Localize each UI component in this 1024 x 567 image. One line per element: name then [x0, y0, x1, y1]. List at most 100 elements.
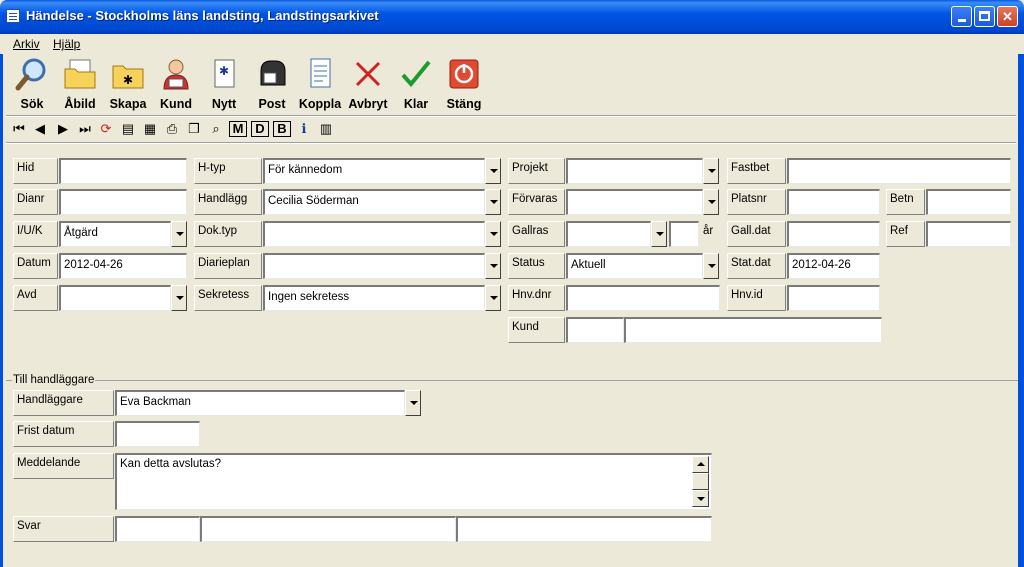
handlagg-dropdown-button[interactable]	[485, 189, 501, 215]
search-button[interactable]: Sök	[5, 57, 59, 113]
status-select[interactable]: Aktuell	[566, 253, 703, 279]
kund-id-field[interactable]	[566, 317, 624, 343]
window-right-border	[1018, 34, 1024, 567]
new-button[interactable]: ✱ Nytt	[197, 57, 251, 113]
menu-arkiv[interactable]: Arkiv	[13, 37, 40, 51]
app-icon	[6, 9, 20, 23]
fastbet-field[interactable]	[787, 158, 1011, 184]
doktyp-dropdown-button[interactable]	[485, 221, 501, 247]
galldat-field[interactable]	[787, 221, 880, 247]
meddelande-scrollbar[interactable]	[692, 456, 709, 507]
notebook-icon[interactable]: ▥	[317, 120, 335, 138]
kund-name-field[interactable]	[624, 317, 882, 343]
new-folder-icon: ✱	[112, 65, 144, 89]
avd-select[interactable]	[59, 285, 171, 311]
m-icon[interactable]: M	[229, 121, 247, 137]
iuk-select[interactable]: Åtgärd	[59, 221, 171, 247]
maximize-button[interactable]	[974, 6, 995, 27]
form-separator	[6, 142, 1016, 144]
svar-field-1[interactable]	[115, 516, 200, 542]
handlagg-select[interactable]: Cecilia Söderman	[263, 189, 485, 215]
abort-button[interactable]: Avbryt	[341, 57, 395, 113]
title-bar[interactable]: Händelse - Stockholms läns landsting, La…	[0, 0, 1024, 34]
forvaras-dropdown-button[interactable]	[703, 189, 719, 215]
status-dropdown-button[interactable]	[703, 253, 719, 279]
post-button[interactable]: Post	[245, 57, 299, 113]
scroll-up-button[interactable]	[692, 456, 709, 473]
avd-dropdown-button[interactable]	[171, 285, 187, 311]
statdat-field[interactable]: 2012-04-26	[787, 253, 880, 279]
handler-group-title: Till handläggare	[12, 374, 96, 386]
hnvdnr-field[interactable]	[566, 285, 720, 311]
svar-field-3[interactable]	[456, 516, 712, 542]
platsnr-field[interactable]	[787, 189, 880, 215]
d-icon[interactable]: D	[251, 121, 269, 137]
svar-label: Svar	[13, 516, 114, 542]
first-record-icon[interactable]: ⏮	[10, 120, 28, 138]
fastbet-label: Fastbet	[727, 158, 786, 184]
gallras-dropdown-button[interactable]	[651, 221, 667, 247]
doktyp-select[interactable]	[263, 221, 485, 247]
scroll-down-button[interactable]	[692, 490, 709, 507]
done-button[interactable]: Klar	[389, 57, 443, 113]
handlagg-label: Handlägg	[194, 189, 262, 215]
close-window-button[interactable]: ✕	[997, 6, 1018, 27]
handlaggare-select[interactable]: Eva Backman	[115, 390, 405, 416]
handlaggare-dropdown-button[interactable]	[405, 390, 421, 416]
hid-label: Hid	[13, 158, 58, 184]
betn-label: Betn	[886, 189, 925, 215]
table-icon[interactable]: ▦	[141, 120, 159, 138]
refresh-icon[interactable]: ⟳	[97, 120, 115, 138]
find-icon[interactable]: ⌕	[207, 120, 225, 138]
window-title: Händelse - Stockholms läns landsting, La…	[26, 8, 379, 23]
link-button[interactable]: Koppla	[293, 57, 347, 113]
scroll-thumb[interactable]	[692, 473, 709, 490]
minimize-button[interactable]	[951, 6, 972, 27]
copy-icon[interactable]: ❐	[185, 120, 203, 138]
diarieplan-dropdown-button[interactable]	[485, 253, 501, 279]
svg-text:✱: ✱	[123, 73, 133, 87]
info-icon[interactable]: ℹ	[295, 120, 313, 138]
sekretess-dropdown-button[interactable]	[485, 285, 501, 311]
htyp-dropdown-button[interactable]	[485, 158, 501, 184]
previous-record-icon[interactable]: ◀	[31, 120, 49, 138]
customer-button[interactable]: Kund	[149, 57, 203, 113]
projekt-select[interactable]	[566, 158, 703, 184]
frist-field[interactable]	[115, 421, 200, 447]
sekretess-select[interactable]: Ingen sekretess	[263, 285, 485, 311]
image-button[interactable]: Åbild	[53, 57, 107, 113]
maximize-icon	[979, 11, 990, 21]
next-record-icon[interactable]: ▶	[54, 120, 72, 138]
b-icon[interactable]: B	[273, 121, 291, 137]
projekt-dropdown-button[interactable]	[703, 158, 719, 184]
diarieplan-select[interactable]	[263, 253, 485, 279]
last-record-icon[interactable]: ⏭	[76, 120, 94, 138]
forvaras-label: Förvaras	[508, 189, 565, 215]
meddelande-textarea[interactable]: Kan detta avslutas?	[115, 453, 712, 510]
forvaras-select[interactable]	[566, 189, 703, 215]
gallras-years-field[interactable]	[669, 221, 699, 247]
checkmark-icon	[401, 60, 431, 88]
statdat-label: Stat.dat	[727, 253, 786, 279]
document-icon[interactable]: ▤	[119, 120, 137, 138]
gallras-select[interactable]	[566, 221, 651, 247]
person-icon	[163, 59, 189, 90]
menu-hjalp[interactable]: Hjälp	[53, 37, 80, 51]
datum-field[interactable]: 2012-04-26	[59, 253, 187, 279]
htyp-select[interactable]: För kännedom	[263, 158, 485, 184]
print-icon[interactable]: ⎙	[163, 120, 181, 138]
dianr-field[interactable]	[59, 189, 187, 215]
ref-field[interactable]	[926, 221, 1011, 247]
close-button[interactable]: Stäng	[437, 57, 491, 113]
betn-field[interactable]	[926, 189, 1011, 215]
cross-icon	[355, 61, 381, 87]
diarieplan-label: Diarieplan	[194, 253, 262, 279]
svar-field-2[interactable]	[200, 516, 456, 542]
hid-field[interactable]	[59, 158, 187, 184]
iuk-dropdown-button[interactable]	[171, 221, 187, 247]
hnvid-field[interactable]	[787, 285, 880, 311]
navigation-toolbar: ⏮ ◀ ▶ ⏭ ⟳ ▤ ▦ ⎙ ❐ ⌕ M D B ℹ ▥	[0, 119, 1024, 141]
main-toolbar: Sök Åbild ✱ Skapa Kund ✱ Nytt Post Koppl…	[0, 55, 1024, 113]
create-button[interactable]: ✱ Skapa	[101, 57, 155, 113]
menu-bar: Arkiv Hjälp	[0, 34, 1024, 54]
